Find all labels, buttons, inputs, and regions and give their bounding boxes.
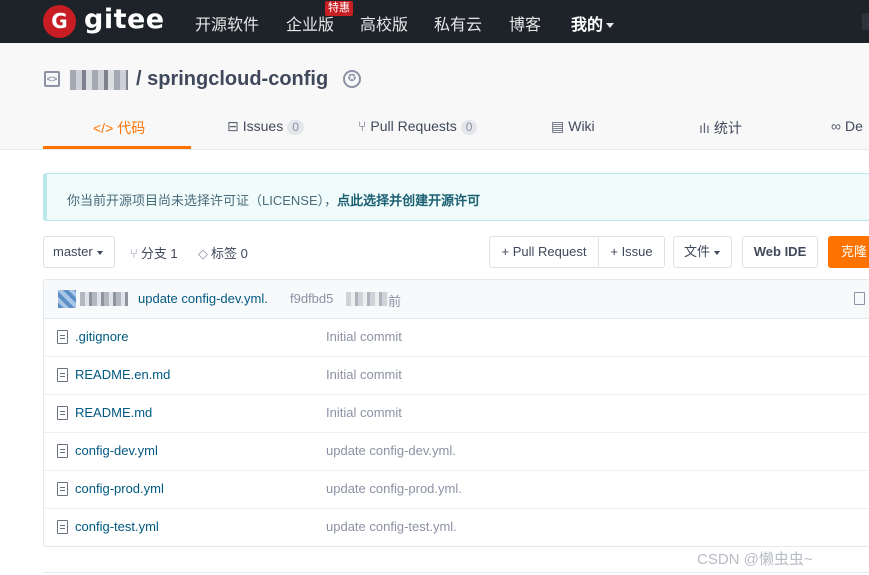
tab-issues-label: Issues: [242, 118, 284, 134]
create-license-link[interactable]: 点此选择并创建开源许可: [337, 193, 480, 208]
file-icon: [57, 444, 68, 458]
commit-time-blurred: [346, 292, 388, 306]
file-row[interactable]: config-test.yml update config-test.yml.: [44, 508, 869, 546]
issues-count: 0: [287, 120, 304, 135]
divider: [43, 572, 869, 573]
pull-request-icon: ⑂: [358, 118, 367, 134]
file-row[interactable]: README.en.md Initial commit: [44, 356, 869, 395]
license-notice-message: 你当前开源项目尚未选择许可证（LICENSE），: [67, 193, 338, 208]
chevron-down-icon: [714, 250, 721, 255]
tag-icon: ◇: [198, 246, 208, 261]
nav-mine-label: 我的: [571, 17, 604, 34]
file-name[interactable]: config-prod.yml: [75, 481, 164, 496]
commit-author-blurred[interactable]: [80, 292, 128, 306]
nav-search-edge[interactable]: [862, 13, 869, 30]
clone-button[interactable]: 克隆: [828, 236, 869, 268]
latest-commit-bar: update config-dev.yml. f9dfbd5 前: [44, 280, 869, 319]
branch-select-value: master: [53, 244, 93, 259]
new-issue-button[interactable]: + Issue: [598, 236, 665, 268]
tab-pull-requests[interactable]: ⑂ Pull Requests 0: [358, 118, 478, 135]
chevron-down-icon: [96, 250, 103, 255]
active-tab-indicator: [43, 146, 191, 149]
bar-chart-icon: ılı: [699, 120, 710, 136]
nav-open-source[interactable]: 开源软件: [195, 11, 259, 35]
tab-wiki-label: Wiki: [568, 118, 595, 134]
tab-devops-label: De: [844, 118, 863, 134]
file-row[interactable]: README.md Initial commit: [44, 394, 869, 433]
file-commit-message[interactable]: Initial commit: [326, 367, 402, 382]
branch-select[interactable]: master: [43, 236, 115, 268]
file-name[interactable]: README.en.md: [75, 367, 170, 382]
recommend-badge-icon[interactable]: ✪: [343, 70, 361, 88]
promo-badge: 特惠: [325, 1, 353, 16]
tab-stats[interactable]: ılı 统计: [699, 118, 742, 138]
gitee-logo-icon[interactable]: G: [43, 5, 76, 38]
file-name[interactable]: config-test.yml: [75, 519, 159, 534]
code-repo-icon: <>: [44, 71, 60, 87]
issues-icon: ⊟: [227, 118, 239, 134]
tab-code[interactable]: </> 代码: [93, 118, 145, 138]
file-row[interactable]: .gitignore Initial commit: [44, 318, 869, 357]
infinity-icon: ∞: [831, 118, 841, 134]
top-navbar: G gitee 开源软件 企业版 特惠 高校版 私有云 博客 我的: [0, 0, 869, 43]
file-icon: [57, 520, 68, 534]
repo-title[interactable]: / springcloud-config: [136, 68, 328, 91]
tab-pr-label: Pull Requests: [370, 118, 457, 134]
file-commit-message[interactable]: update config-prod.yml.: [326, 481, 462, 496]
pr-count: 0: [460, 120, 478, 135]
latest-commit-sha[interactable]: f9dfbd5: [290, 291, 333, 306]
wiki-book-icon: ▤: [551, 118, 565, 134]
tags-count: 标签 0: [211, 246, 248, 261]
file-commit-message[interactable]: Initial commit: [326, 329, 402, 344]
file-icon: [57, 406, 68, 420]
file-icon: [57, 330, 68, 344]
tab-stats-label: 统计: [713, 120, 742, 136]
avatar[interactable]: [58, 290, 76, 308]
chevron-down-icon: [606, 23, 615, 29]
file-commit-message[interactable]: update config-dev.yml.: [326, 443, 456, 458]
csdn-watermark: CSDN @懒虫虫~: [697, 551, 813, 568]
branches-link[interactable]: ⑂ 分支 1: [130, 243, 178, 262]
file-icon: [57, 482, 68, 496]
license-notice-text: 你当前开源项目尚未选择许可证（LICENSE），点此选择并创建开源许可: [67, 190, 480, 209]
nav-blog[interactable]: 博客: [509, 11, 541, 35]
files-dropdown[interactable]: 文件: [673, 236, 732, 268]
file-icon: [57, 368, 68, 382]
file-name[interactable]: README.md: [75, 405, 152, 420]
nav-education[interactable]: 高校版: [360, 11, 408, 35]
file-row[interactable]: config-dev.yml update config-dev.yml.: [44, 432, 869, 471]
tags-link[interactable]: ◇ 标签 0: [198, 243, 248, 262]
file-name[interactable]: config-dev.yml: [75, 443, 158, 458]
new-pull-request-button[interactable]: + Pull Request: [489, 236, 599, 268]
logo-letter: G: [51, 9, 68, 33]
files-dropdown-label: 文件: [684, 244, 711, 259]
nav-private-cloud[interactable]: 私有云: [434, 11, 482, 35]
file-name[interactable]: .gitignore: [75, 329, 128, 344]
repo-owner-blurred[interactable]: [70, 70, 128, 90]
latest-commit-message[interactable]: update config-dev.yml.: [138, 291, 268, 306]
history-icon[interactable]: [854, 292, 865, 305]
file-list: update config-dev.yml. f9dfbd5 前 .gitign…: [43, 279, 869, 547]
file-row[interactable]: config-prod.yml update config-prod.yml.: [44, 470, 869, 509]
license-notice: 你当前开源项目尚未选择许可证（LICENSE），点此选择并创建开源许可: [43, 173, 869, 221]
code-icon: </>: [93, 120, 114, 136]
repo-header: <> / springcloud-config ✪ </> 代码 ⊟ Issues 0…: [0, 43, 869, 150]
nav-mine[interactable]: 我的: [571, 11, 615, 35]
branch-icon: ⑂: [130, 246, 138, 261]
web-ide-button[interactable]: Web IDE: [742, 236, 818, 268]
tab-wiki[interactable]: ▤ Wiki: [551, 118, 595, 135]
file-commit-message[interactable]: Initial commit: [326, 405, 402, 420]
tab-issues[interactable]: ⊟ Issues 0: [227, 118, 304, 135]
file-commit-message[interactable]: update config-test.yml.: [326, 519, 457, 534]
commit-time-suffix: 前: [388, 294, 402, 309]
gitee-logo-text[interactable]: gitee: [84, 4, 165, 35]
tab-devops[interactable]: ∞ De: [831, 118, 863, 134]
branches-count: 分支 1: [140, 246, 178, 261]
tab-code-label: 代码: [117, 120, 146, 136]
